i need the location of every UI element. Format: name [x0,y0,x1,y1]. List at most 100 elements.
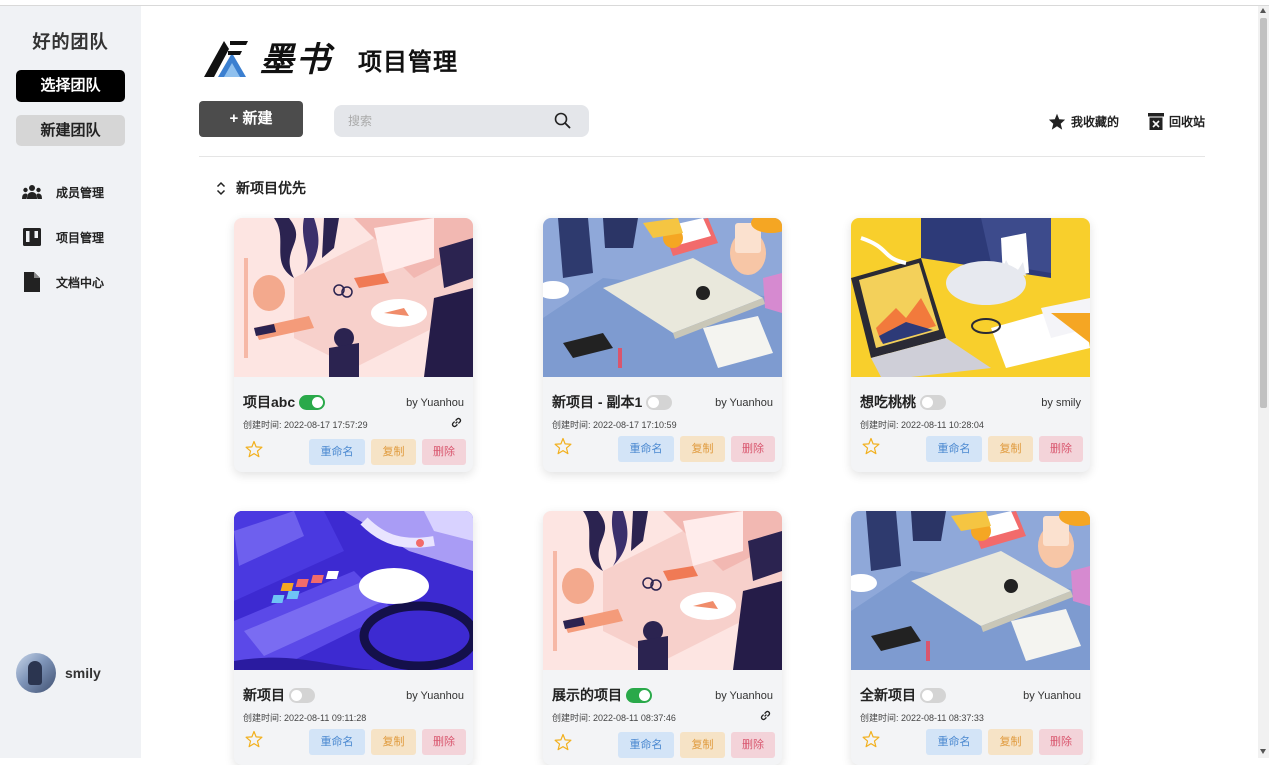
delete-button[interactable]: 删除 [422,439,466,465]
link-icon[interactable] [759,709,772,727]
project-title: 新项目 - 副本1 [552,392,673,412]
project-created-time: 创建时间: 2022-08-17 17:57:29 [243,420,368,430]
sort-toggle[interactable]: 新项目优先 [216,178,306,198]
favorite-star-icon[interactable] [554,733,572,756]
project-title: 全新项目 [860,685,946,705]
project-toggle[interactable] [299,394,326,410]
project-card[interactable]: 项目abc by Yuanhou 创建时间: 2022-08-17 17:57:… [234,218,473,472]
project-title: 新项目 [243,685,315,705]
favorite-star-icon[interactable] [245,730,263,753]
search-input[interactable] [348,111,538,131]
document-icon [22,272,42,292]
sidebar-item-label: 文档中心 [56,275,105,290]
sidebar-item-label: 项目管理 [56,230,105,245]
logo-mark-icon [204,40,248,77]
copy-button[interactable]: 复制 [680,732,725,758]
sort-label: 新项目优先 [236,180,306,196]
project-thumbnail[interactable] [851,511,1090,670]
rename-button[interactable]: 重命名 [309,439,365,465]
vertical-scrollbar[interactable] [1258,6,1269,758]
delete-button[interactable]: 删除 [731,436,775,462]
copy-button[interactable]: 复制 [988,436,1033,462]
copy-button[interactable]: 复制 [371,439,416,465]
select-team-button[interactable]: 选择团队 [16,70,125,102]
favorite-star-icon[interactable] [554,437,572,460]
project-card[interactable]: 想吃桃桃 by smily 创建时间: 2022-08-11 10:28:04 … [851,218,1090,472]
project-card[interactable]: 新项目 - 副本1 by Yuanhou 创建时间: 2022-08-17 17… [543,218,782,472]
project-title-text: 新项目 - 副本1 [552,394,643,410]
sidebar-item-documents[interactable]: 文档中心 [22,270,104,294]
project-card[interactable]: 全新项目 by Yuanhou 创建时间: 2022-08-11 08:37:3… [851,511,1090,765]
search-box [334,105,589,137]
project-thumbnail[interactable] [234,218,473,377]
main-content: 墨书 项目管理 + 新建 我收藏的 回收站 新项目优先 [141,6,1258,765]
favorites-link[interactable]: 我收藏的 [1048,113,1119,130]
link-icon[interactable] [450,416,463,434]
rename-button[interactable]: 重命名 [618,436,674,462]
project-card[interactable]: 展示的项目 by Yuanhou 创建时间: 2022-08-11 08:37:… [543,511,782,765]
delete-button[interactable]: 删除 [422,729,466,755]
project-thumbnail[interactable] [543,218,782,377]
new-project-button[interactable]: + 新建 [199,101,303,137]
project-thumbnail[interactable] [543,511,782,670]
sort-chevrons-icon [216,181,226,195]
sidebar-item-members[interactable]: 成员管理 [22,180,104,204]
sidebar: 好的团队 选择团队 新建团队 成员管理 项目管理 文档中心 smily [0,6,141,758]
project-author: by Yuanhou [1023,690,1081,702]
rename-button[interactable]: 重命名 [309,729,365,755]
project-thumbnail[interactable] [851,218,1090,377]
project-toggle[interactable] [920,394,946,410]
scroll-up-arrow-icon[interactable] [1260,8,1266,13]
project-toggle[interactable] [289,687,315,703]
kanban-icon [22,227,42,247]
project-toggle[interactable] [920,687,946,703]
project-card[interactable]: 新项目 by Yuanhou 创建时间: 2022-08-11 09:11:28… [234,511,473,765]
delete-button[interactable]: 删除 [1039,729,1083,755]
favorite-star-icon[interactable] [862,730,880,753]
trash-icon [1148,113,1164,130]
app-logo[interactable]: 墨书 [202,32,332,81]
user-name: smily [65,665,101,681]
scroll-down-arrow-icon[interactable] [1260,749,1266,754]
users-icon [22,182,42,202]
rename-button[interactable]: 重命名 [926,436,982,462]
avatar[interactable] [16,653,56,693]
project-created-time: 创建时间: 2022-08-11 09:11:28 [243,713,367,723]
project-author: by Yuanhou [406,397,464,409]
project-toggle[interactable] [646,394,673,410]
delete-button[interactable]: 删除 [1039,436,1083,462]
sidebar-item-projects[interactable]: 项目管理 [22,225,104,249]
favorite-star-icon[interactable] [862,437,880,460]
scrollbar-thumb[interactable] [1260,18,1267,408]
copy-button[interactable]: 复制 [988,729,1033,755]
copy-button[interactable]: 复制 [680,436,725,462]
recycle-bin-label: 回收站 [1169,115,1206,129]
divider [199,156,1205,157]
project-title-text: 新项目 [243,687,285,703]
delete-button[interactable]: 删除 [731,732,775,758]
project-created-time: 创建时间: 2022-08-11 08:37:46 [552,713,676,723]
project-created-time: 创建时间: 2022-08-11 10:28:04 [860,420,984,430]
project-author: by Yuanhou [406,690,464,702]
project-title-text: 全新项目 [860,687,916,703]
recycle-bin-link[interactable]: 回收站 [1148,113,1205,130]
sidebar-item-label: 成员管理 [56,185,105,200]
copy-button[interactable]: 复制 [371,729,416,755]
logo-text: 墨书 [260,40,332,80]
new-team-button[interactable]: 新建团队 [16,115,125,146]
project-title-text: 展示的项目 [552,687,622,703]
project-title-text: 想吃桃桃 [860,394,916,410]
project-toggle[interactable] [626,687,652,703]
search-icon[interactable] [554,112,571,134]
rename-button[interactable]: 重命名 [618,732,674,758]
project-title: 想吃桃桃 [860,392,946,412]
project-author: by Yuanhou [715,397,773,409]
rename-button[interactable]: 重命名 [926,729,982,755]
user-profile[interactable]: smily [16,653,101,693]
project-author: by smily [1041,397,1081,409]
project-title: 展示的项目 [552,685,652,705]
project-author: by Yuanhou [715,690,773,702]
favorite-star-icon[interactable] [245,440,263,463]
star-filled-icon [1048,113,1066,130]
project-thumbnail[interactable] [234,511,473,670]
